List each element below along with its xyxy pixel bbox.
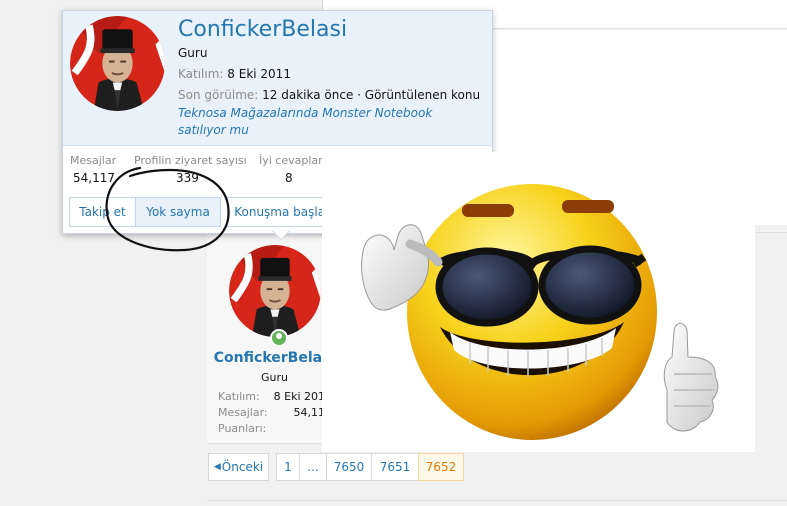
avatar[interactable] — [70, 16, 165, 111]
last-seen-thread-link[interactable]: Teknosa Mağazalarında Monster Notebook s… — [178, 105, 483, 139]
divider — [207, 500, 787, 501]
page-current[interactable]: 7652 — [418, 453, 464, 481]
caret-left-icon: ◀ — [213, 462, 221, 472]
tooltip-arrow — [272, 230, 290, 239]
joined-value: 8 Eki 2011 — [227, 67, 291, 81]
page-link[interactable]: 7650 — [326, 453, 372, 481]
stat-label: İyi cevaplar — [259, 154, 323, 167]
sunglasses-emoji-icon — [361, 184, 719, 440]
stat-label: Mesajlar: — [218, 406, 268, 419]
prev-label: Önceki — [221, 460, 264, 474]
tooltip-header: ConfickerBelasi Guru Katılım: 8 Eki 2011… — [63, 11, 492, 146]
start-conversation-button[interactable]: Konuşma başlat — [227, 197, 337, 227]
hand-drawn-circle — [105, 166, 230, 252]
page-link[interactable]: 7651 — [371, 453, 419, 481]
tooltip-last-seen: Son görülme: 12 dakika önce · Görüntülen… — [178, 88, 480, 102]
tooltip-joined: Katılım: 8 Eki 2011 — [178, 67, 291, 81]
last-seen-label: Son görülme: — [178, 88, 259, 102]
prev-page-button[interactable]: ◀ Önceki — [208, 453, 269, 481]
stat-label: Puanları: — [218, 422, 267, 435]
member-stat-points: Puanları: 1 — [218, 422, 332, 437]
member-stat-messages: Mesajlar: 54,117 — [218, 406, 332, 421]
online-status-icon — [270, 329, 288, 347]
avatar[interactable] — [229, 245, 321, 337]
stat-label: Katılım: — [218, 390, 260, 403]
last-seen-value: 12 dakika önce · Görüntülenen konu — [262, 88, 481, 102]
page-ellipsis[interactable]: ... — [299, 453, 327, 481]
emoji-image — [322, 152, 755, 452]
member-stat-joined: Katılım: 8 Eki 2011 — [218, 390, 332, 405]
joined-label: Katılım: — [178, 67, 224, 81]
stat-value: 8 — [285, 171, 293, 185]
tooltip-user-title: Guru — [178, 46, 208, 60]
page-link[interactable]: 1 — [276, 453, 300, 481]
tooltip-username[interactable]: ConfickerBelasi — [178, 17, 347, 42]
